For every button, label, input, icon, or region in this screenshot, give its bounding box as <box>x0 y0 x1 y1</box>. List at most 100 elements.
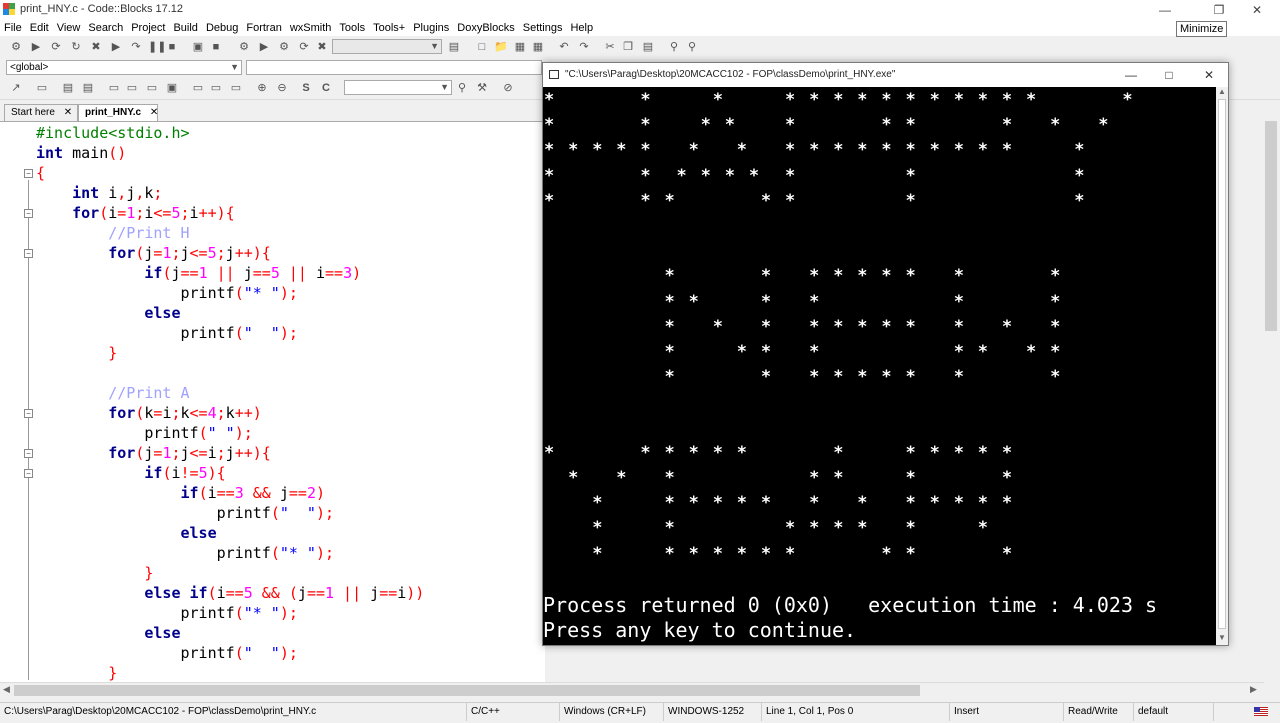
doc2-icon[interactable]: ▤ <box>82 82 94 94</box>
pause-icon[interactable]: ❚❚ <box>148 41 166 53</box>
code-line[interactable]: else <box>36 303 180 323</box>
code-line[interactable]: } <box>36 663 117 682</box>
code-editor[interactable]: − − − − − − #include<stdio.h> int main(){… <box>0 122 545 682</box>
scroll-down-icon[interactable]: ▼ <box>1218 633 1226 642</box>
code-line[interactable]: else if(i==5 && (j==1 || j==i)) <box>36 583 424 603</box>
fold-collapse-icon[interactable]: − <box>24 169 33 178</box>
close-icon[interactable]: ✕ <box>64 107 72 118</box>
rect6-icon[interactable]: ▭ <box>210 82 222 94</box>
search-icon[interactable]: ⚲ <box>456 82 468 94</box>
code-line[interactable]: #include<stdio.h> <box>36 123 190 143</box>
cut-icon[interactable]: ✂ <box>604 41 616 53</box>
scrollbar-thumb[interactable] <box>14 685 920 696</box>
build-icon[interactable]: ⚙ <box>10 41 22 53</box>
code-line[interactable]: for(j=1;j<=5;j++){ <box>36 243 271 263</box>
scroll-up-icon[interactable]: ▲ <box>1218 87 1226 96</box>
console-maximize-button[interactable]: □ <box>1149 63 1189 87</box>
console-window[interactable]: "C:\Users\Parag\Desktop\20MCACC102 - FOP… <box>542 62 1229 646</box>
close-icon[interactable]: ✕ <box>150 107 158 118</box>
code-line[interactable]: int i,j,k; <box>36 183 162 203</box>
replace-icon[interactable]: ⚲ <box>686 41 698 53</box>
menu-tools[interactable]: Tools <box>335 20 369 36</box>
find-icon[interactable]: ⚲ <box>668 41 680 53</box>
stop-icon[interactable]: ■ <box>166 41 178 53</box>
menu-fortran[interactable]: Fortran <box>242 20 285 36</box>
save-all-icon[interactable]: ▦ <box>532 41 544 53</box>
build-target-icon[interactable]: ⚙ <box>278 41 290 53</box>
copy-icon[interactable]: ❐ <box>622 41 634 53</box>
console-scrollbar[interactable]: ▲ ▼ <box>1216 87 1228 645</box>
code-line[interactable]: for(k=i;k<=4;k++) <box>36 403 262 423</box>
search-combo[interactable]: ▼ <box>344 80 452 95</box>
code-line[interactable]: for(j=1;j<=i;j++){ <box>36 443 271 463</box>
cancel-icon[interactable]: ✖ <box>316 41 328 53</box>
close-button[interactable]: ✕ <box>1234 0 1280 20</box>
debug-continue-icon[interactable]: ▶ <box>110 41 122 53</box>
run-icon[interactable]: ▶ <box>30 41 42 53</box>
c-icon[interactable]: C <box>320 82 332 94</box>
rect2-icon[interactable]: ▭ <box>126 82 138 94</box>
menu-file[interactable]: File <box>0 20 26 36</box>
scroll-left-icon[interactable]: ◀ <box>3 684 10 695</box>
clear-icon[interactable]: ⊘ <box>502 82 514 94</box>
code-line[interactable]: printf(" "); <box>36 423 252 443</box>
build-run-icon[interactable]: ⟳ <box>50 41 62 53</box>
scope-combo[interactable]: <global> ▼ <box>6 60 242 75</box>
menu-project[interactable]: Project <box>127 20 169 36</box>
code-line[interactable]: printf("* "); <box>36 283 297 303</box>
step-icon[interactable]: ↷ <box>130 41 142 53</box>
code-line[interactable]: if(j==1 || j==5 || i==3) <box>36 263 361 283</box>
symbol-combo[interactable] <box>246 60 542 75</box>
scrollbar-thumb[interactable] <box>1218 99 1226 629</box>
rebuild-icon[interactable]: ↻ <box>70 41 82 53</box>
paste-icon[interactable]: ▤ <box>642 41 654 53</box>
menu-wxsmith[interactable]: wxSmith <box>286 20 336 36</box>
menu-edit[interactable]: Edit <box>26 20 53 36</box>
menu-search[interactable]: Search <box>84 20 127 36</box>
code-line[interactable]: if(i==3 && j==2) <box>36 483 326 503</box>
minimize-button[interactable]: — <box>1142 0 1188 20</box>
fold-collapse-icon[interactable]: − <box>24 469 33 478</box>
code-line[interactable]: printf("* "); <box>36 543 334 563</box>
settings-gear-icon[interactable]: ⚙ <box>238 41 250 53</box>
redo-icon[interactable]: ↷ <box>578 41 590 53</box>
code-line[interactable]: int main() <box>36 143 126 163</box>
target-options-icon[interactable]: ▤ <box>448 41 460 53</box>
rect3-icon[interactable]: ▭ <box>146 82 158 94</box>
menu-debug[interactable]: Debug <box>202 20 242 36</box>
code-line[interactable]: } <box>36 343 117 363</box>
s-icon[interactable]: S <box>300 82 312 94</box>
scroll-right-icon[interactable]: ▶ <box>1250 684 1257 695</box>
console-title-bar[interactable]: "C:\Users\Parag\Desktop\20MCACC102 - FOP… <box>543 63 1228 87</box>
new-file-icon[interactable]: □ <box>476 41 488 53</box>
code-line[interactable]: printf("* "); <box>36 603 297 623</box>
editor-vertical-scrollbar[interactable] <box>1262 101 1280 683</box>
open-folder-icon[interactable]: 📁 <box>494 41 508 53</box>
tools-icon[interactable]: ⚒ <box>476 82 488 94</box>
fold-collapse-icon[interactable]: − <box>24 209 33 218</box>
code-line[interactable]: //Print A <box>36 383 189 403</box>
code-line[interactable]: } <box>36 563 153 583</box>
scrollbar-thumb[interactable] <box>1265 121 1277 331</box>
info-icon[interactable]: ■ <box>210 41 222 53</box>
console-minimize-button[interactable]: — <box>1111 63 1151 87</box>
code-line[interactable]: printf(" "); <box>36 503 334 523</box>
abort-icon[interactable]: ✖ <box>90 41 102 53</box>
code-line[interactable]: printf(" "); <box>36 323 297 343</box>
rect5-icon[interactable]: ▭ <box>192 82 204 94</box>
editor-horizontal-scrollbar[interactable]: ◀ ▶ <box>0 682 1264 699</box>
menu-plugins[interactable]: Plugins <box>409 20 453 36</box>
zoom-in-icon[interactable]: ⊕ <box>256 82 268 94</box>
code-line[interactable]: printf(" "); <box>36 643 297 663</box>
code-line[interactable]: if(i!=5){ <box>36 463 225 483</box>
play-icon[interactable]: ▶ <box>258 41 270 53</box>
menu-settings[interactable]: Settings <box>519 20 567 36</box>
save-icon[interactable]: ▦ <box>514 41 526 53</box>
menu-view[interactable]: View <box>53 20 85 36</box>
fold-collapse-icon[interactable]: − <box>24 249 33 258</box>
build-target-combo[interactable]: ▼ <box>332 39 442 54</box>
console-close-button[interactable]: ✕ <box>1189 63 1229 87</box>
code-line[interactable]: else <box>36 523 217 543</box>
tab-start-here[interactable]: Start here ✕ <box>4 104 78 121</box>
fold-collapse-icon[interactable]: − <box>24 409 33 418</box>
